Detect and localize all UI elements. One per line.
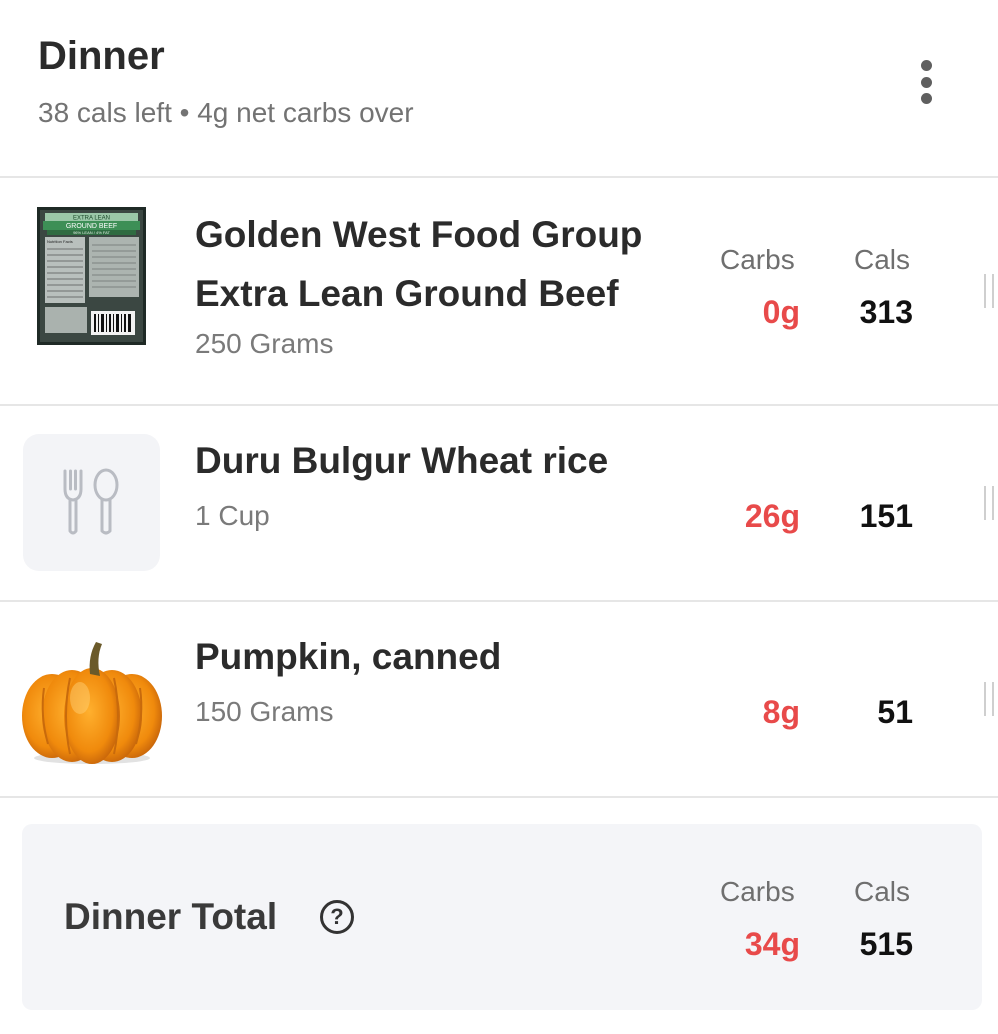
food-quantity: 150 Grams — [195, 696, 334, 727]
food-item-pumpkin[interactable]: Pumpkin, canned 150 Grams 8g 51 — [0, 602, 998, 798]
dinner-total-label: Dinner Total — [64, 896, 278, 937]
meal-summary: 38 cals left • 4g net carbs over — [38, 97, 414, 128]
ground-beef-package-image: EXTRA LEAN GROUND BEEF 96% LEAN / 4% FAT… — [37, 207, 146, 345]
food-item-bulgur[interactable]: Duru Bulgur Wheat rice 1 Cup 26g 151 — [0, 406, 998, 602]
svg-text:Nutrition Facts: Nutrition Facts — [47, 239, 73, 244]
cals-value: 313 — [859, 294, 913, 330]
drag-handle-icon[interactable] — [984, 486, 994, 520]
svg-text:EXTRA LEAN: EXTRA LEAN — [73, 216, 110, 222]
svg-text:96% LEAN / 4% FAT: 96% LEAN / 4% FAT — [73, 230, 110, 235]
food-item-ground-beef[interactable]: EXTRA LEAN GROUND BEEF 96% LEAN / 4% FAT… — [0, 180, 998, 406]
carbs-column-label: Carbs — [720, 244, 795, 275]
total-cals-value: 515 — [859, 926, 913, 962]
pumpkin-image — [22, 638, 162, 768]
drag-handle-icon[interactable] — [984, 682, 994, 716]
drag-handle-icon[interactable] — [984, 274, 994, 308]
dinner-total-panel: Dinner Total ? Carbs Cals 34g 515 — [22, 824, 982, 1010]
food-quantity: 250 Grams — [195, 328, 334, 359]
food-name: Pumpkin, canned — [195, 636, 502, 677]
food-quantity: 1 Cup — [195, 500, 270, 531]
food-name: Duru Bulgur Wheat rice — [195, 440, 609, 481]
food-name-line2: Extra Lean Ground Beef — [195, 273, 619, 314]
fork-spoon-icon — [23, 434, 160, 571]
help-icon[interactable]: ? — [320, 900, 354, 934]
cals-column-label: Cals — [854, 244, 911, 275]
meal-title: Dinner — [38, 34, 165, 78]
svg-text:GROUND BEEF: GROUND BEEF — [66, 223, 117, 230]
cals-column-label: Cals — [854, 876, 911, 907]
cals-value: 151 — [859, 498, 913, 534]
meal-header: Dinner 38 cals left • 4g net carbs over — [0, 0, 998, 178]
more-options-icon[interactable] — [906, 54, 946, 110]
carbs-column-label: Carbs — [720, 876, 795, 907]
dinner-card: Dinner 38 cals left • 4g net carbs over … — [0, 0, 998, 1034]
food-name: Golden West Food Group — [195, 214, 643, 255]
cals-value: 51 — [877, 694, 913, 730]
